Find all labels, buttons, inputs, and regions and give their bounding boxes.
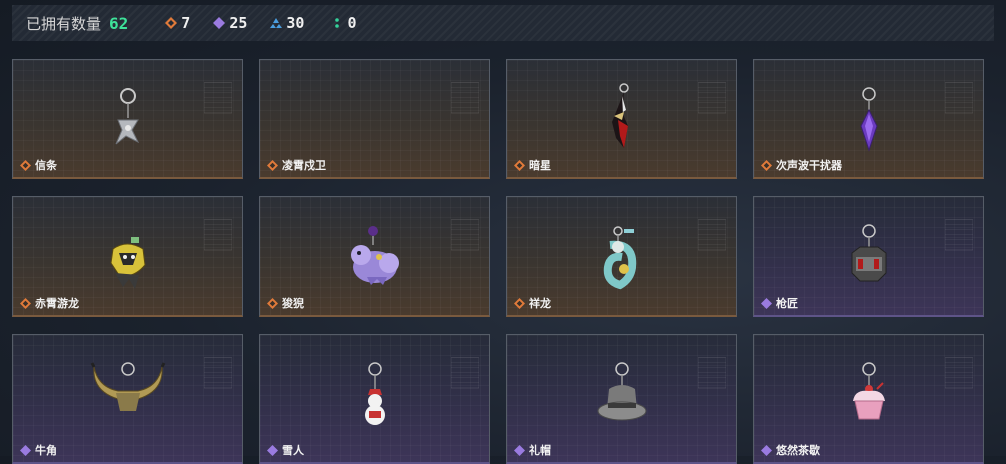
charm-card[interactable]: 礼帽: [506, 334, 737, 464]
charm-name: 狻猊: [282, 297, 304, 310]
charm-card[interactable]: 暗星: [506, 59, 737, 179]
stat-blue-count: 30: [286, 14, 305, 32]
orange-rarity-icon: [513, 159, 525, 171]
charm-name: 枪匠: [776, 297, 798, 310]
stat-purple-count: 25: [229, 14, 248, 32]
charm-tea-break-icon: [852, 362, 885, 420]
purple-rarity-icon: [19, 444, 31, 456]
owned-label: 已拥有数量: [26, 14, 102, 33]
stat-green: 0: [330, 14, 356, 32]
charm-name: 暗星: [529, 159, 551, 172]
stat-blue: 30: [269, 14, 304, 32]
purple-rarity-icon: [266, 444, 278, 456]
purple-rarity-icon: [760, 444, 772, 456]
charm-snowman-icon: [364, 362, 385, 425]
inventory-summary-bar: 已拥有数量 62 7 25 30 0: [12, 5, 994, 41]
orange-diamond-icon: [164, 16, 178, 30]
purple-rarity-icon: [513, 444, 525, 456]
stat-purple: 25: [212, 14, 247, 32]
charm-card[interactable]: 枪匠: [753, 196, 984, 317]
charm-auspicious-dragon-icon: [603, 226, 636, 290]
owned-count: 62: [109, 13, 129, 33]
orange-rarity-icon: [513, 297, 525, 309]
stat-orange: 7: [164, 14, 190, 32]
charm-name: 赤霄游龙: [35, 297, 79, 310]
charm-chixiao-dragon-icon: [109, 237, 146, 289]
charm-card[interactable]: 信条: [12, 59, 243, 179]
charm-name: 凌霄戍卫: [282, 159, 326, 172]
charm-infrasound-jammer-icon: [859, 87, 878, 152]
purple-rarity-icon: [760, 297, 772, 309]
orange-rarity-icon: [760, 159, 772, 171]
charm-card[interactable]: 赤霄游龙: [12, 196, 243, 317]
blue-triangle-icon: [269, 16, 283, 30]
orange-rarity-icon: [266, 159, 278, 171]
stat-green-count: 0: [347, 14, 357, 32]
stat-orange-count: 7: [181, 14, 191, 32]
charm-card[interactable]: 雪人: [259, 334, 490, 464]
charm-suanni-icon: [350, 226, 399, 285]
charm-card[interactable]: 祥龙: [506, 196, 737, 317]
charm-gunsmith-icon: [851, 224, 886, 282]
charm-card[interactable]: 悠然茶歇: [753, 334, 984, 464]
orange-rarity-icon: [266, 297, 278, 309]
purple-diamond-icon: [212, 16, 226, 30]
charm-card[interactable]: 牛角: [12, 334, 243, 464]
charm-card[interactable]: 狻猊: [259, 196, 490, 317]
charm-name: 次声波干扰器: [776, 159, 842, 172]
charm-name: 信条: [35, 159, 57, 172]
charm-top-hat-icon: [597, 362, 646, 421]
orange-rarity-icon: [19, 297, 31, 309]
charm-xintiao-icon: [115, 88, 139, 145]
charm-ox-horn-icon: [90, 362, 165, 411]
charm-name: 祥龙: [529, 297, 551, 310]
charm-anxing-icon: [611, 83, 629, 148]
green-dots-icon: [330, 16, 344, 30]
orange-rarity-icon: [19, 159, 31, 171]
charm-card[interactable]: 次声波干扰器: [753, 59, 984, 179]
charm-card[interactable]: 凌霄戍卫: [259, 59, 490, 179]
